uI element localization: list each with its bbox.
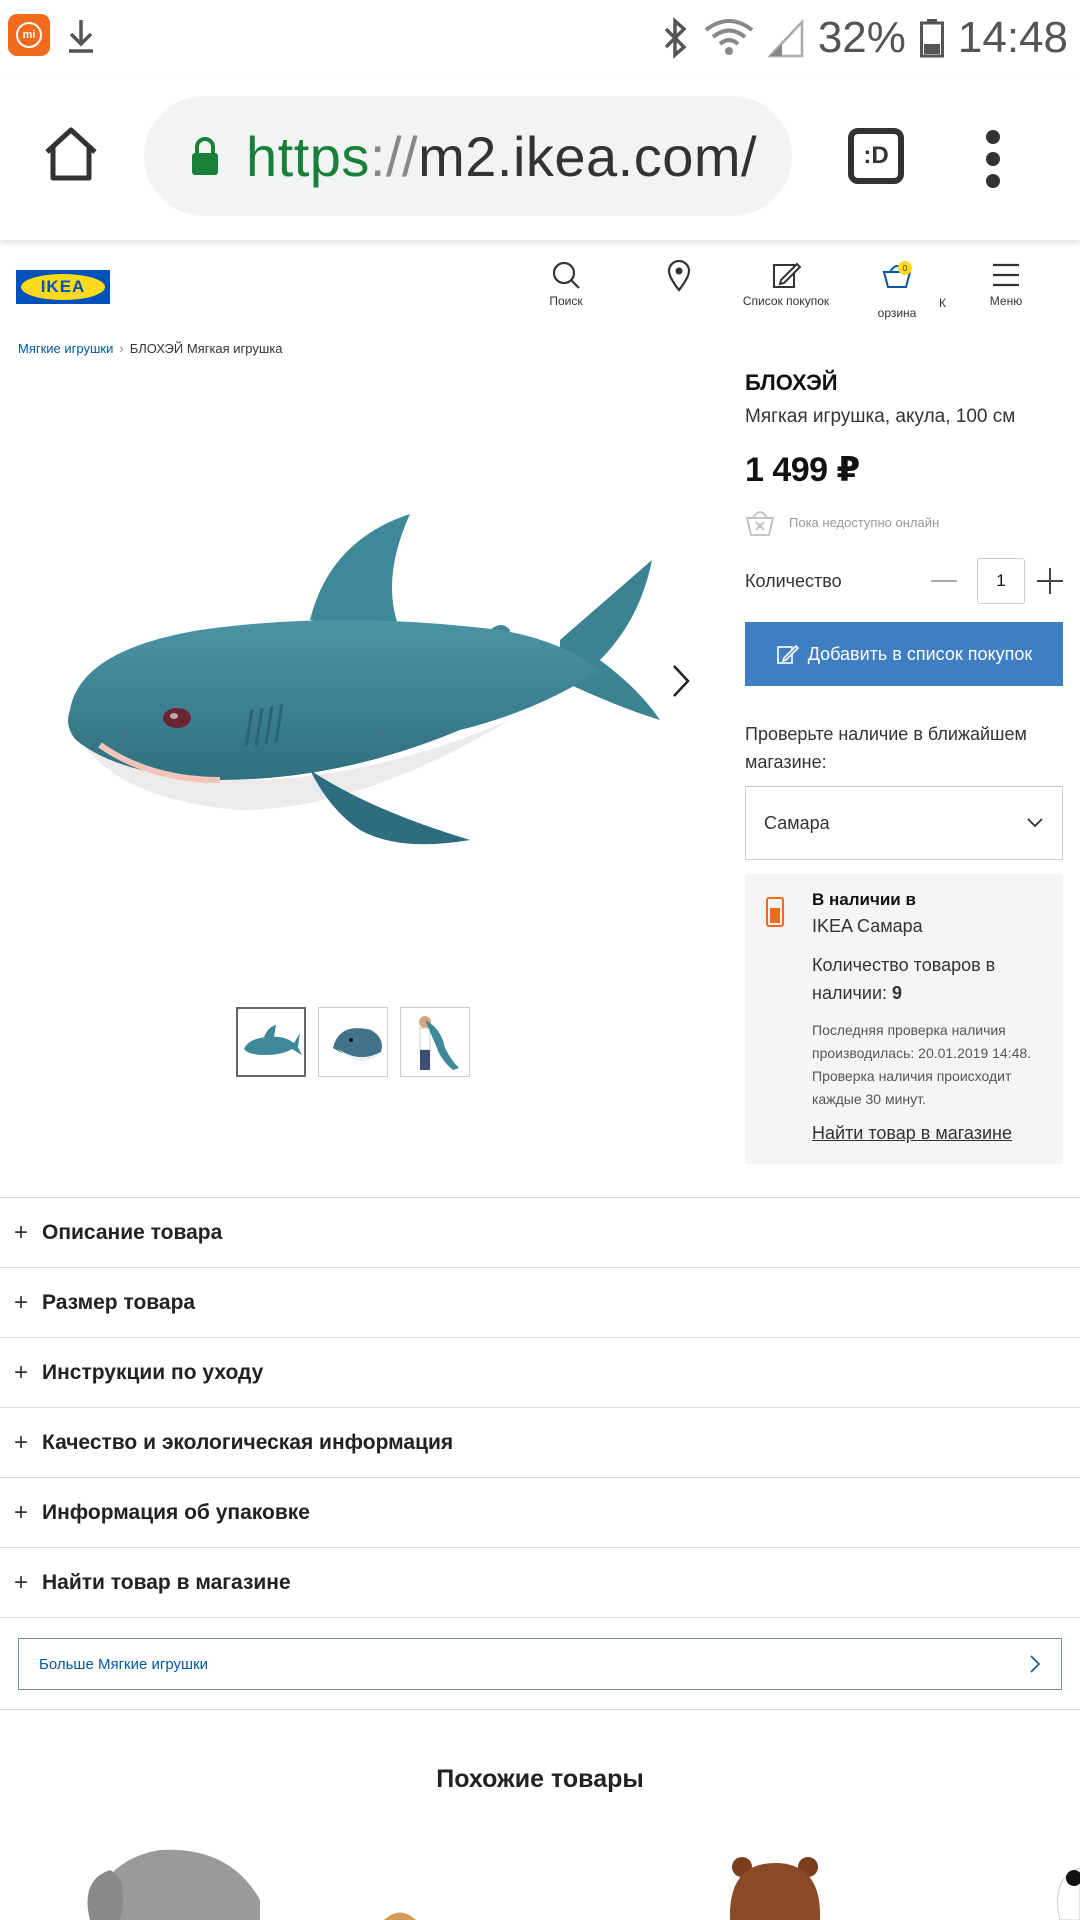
accordion-care[interactable]: + Инструкции по уходу bbox=[0, 1337, 1080, 1407]
accordion-description[interactable]: + Описание товара bbox=[0, 1197, 1080, 1267]
divider bbox=[0, 1709, 1080, 1710]
similar-product-elephant[interactable] bbox=[80, 1840, 270, 1920]
thumbnail-child-with-shark bbox=[419, 1016, 459, 1070]
chevron-right-icon bbox=[1030, 1655, 1041, 1673]
similar-products-title: Похожие товары bbox=[436, 1765, 644, 1793]
store-name: IKEA Самара bbox=[812, 916, 923, 936]
more-soft-toys-link[interactable]: Больше Мягкие игрушки bbox=[18, 1638, 1062, 1690]
plus-icon: + bbox=[14, 1568, 29, 1596]
nav-menu-label: Меню bbox=[989, 294, 1023, 308]
battery-icon bbox=[919, 19, 944, 58]
browser-toolbar: https://m2.ikea.com/ :D bbox=[0, 78, 1080, 240]
quantity-input[interactable]: 1 bbox=[977, 558, 1025, 604]
accordion-packaging[interactable]: + Информация об упаковке bbox=[0, 1477, 1080, 1547]
hamburger-menu-icon bbox=[993, 263, 1019, 287]
chevron-right-icon: › bbox=[119, 341, 124, 356]
plus-icon: + bbox=[14, 1218, 29, 1246]
breadcrumb-current: БЛОХЭЙ Мягкая игрушка bbox=[129, 341, 283, 356]
product-image-shark[interactable] bbox=[40, 480, 680, 880]
thumbnail-3[interactable] bbox=[400, 1007, 470, 1077]
address-bar[interactable]: https://m2.ikea.com/ bbox=[144, 96, 792, 216]
nav-search[interactable]: Поиск bbox=[536, 260, 596, 308]
find-in-store-link[interactable]: Найти товар в магазине bbox=[812, 1123, 1052, 1144]
location-pin-icon bbox=[667, 260, 691, 292]
overflow-menu-icon[interactable] bbox=[986, 130, 1000, 196]
last-check-note: Последняя проверка наличия производилась… bbox=[812, 1022, 1032, 1107]
add-to-shopping-list-button[interactable]: Добавить в список покупок bbox=[745, 622, 1063, 686]
nav-menu[interactable]: Меню bbox=[984, 260, 1028, 308]
nav-search-label: Поиск bbox=[549, 294, 583, 308]
accordion-size[interactable]: + Размер товара bbox=[0, 1267, 1080, 1337]
status-bar: mi 32% 14:48 bbox=[0, 0, 1080, 78]
in-stock-title: В наличии в bbox=[812, 890, 916, 909]
site-header: IKEA Поиск Список покупок 0 орзина К Мен… bbox=[0, 240, 1080, 340]
chevron-down-icon bbox=[1027, 818, 1043, 828]
search-icon bbox=[552, 261, 580, 289]
unavailable-cart-icon bbox=[745, 511, 775, 536]
quantity-increase-button[interactable] bbox=[1037, 568, 1063, 594]
clock: 14:48 bbox=[957, 13, 1068, 62]
online-availability: Пока недоступно онлайн bbox=[745, 508, 939, 536]
tab-switcher-button[interactable]: :D bbox=[848, 128, 904, 184]
nav-cart-label-k: К bbox=[939, 296, 946, 310]
lock-icon bbox=[192, 137, 218, 175]
nav-shopping-list-label: Список покупок bbox=[742, 294, 830, 308]
stock-level-icon bbox=[766, 897, 784, 927]
plus-icon: + bbox=[14, 1498, 29, 1526]
similar-product-lion[interactable] bbox=[380, 1905, 420, 1920]
download-icon bbox=[69, 20, 93, 53]
url-text: https://m2.ikea.com/ bbox=[246, 124, 758, 188]
more-soft-toys-label: Больше Мягкие игрушки bbox=[39, 1655, 209, 1673]
battery-percent: 32% bbox=[817, 13, 906, 62]
accordion-quality[interactable]: + Качество и экологическая информация bbox=[0, 1407, 1080, 1477]
nav-cart[interactable]: 0 орзина bbox=[872, 260, 922, 320]
quantity-label: Количество bbox=[745, 570, 842, 591]
product-details-accordion: + Описание товара + Размер товара + Инструк… bbox=[0, 1197, 1080, 1618]
home-icon[interactable] bbox=[42, 126, 100, 182]
shopping-list-icon bbox=[773, 262, 801, 288]
thumbnail-1[interactable] bbox=[236, 1007, 306, 1077]
plus-icon: + bbox=[14, 1358, 29, 1386]
nav-shopping-list[interactable]: Список покупок bbox=[735, 260, 837, 308]
similar-product-bear[interactable] bbox=[720, 1855, 830, 1920]
breadcrumb-parent-link[interactable]: Мягкие игрушки bbox=[18, 341, 113, 356]
thumbnail-2[interactable] bbox=[318, 1007, 388, 1077]
product-description: Мягкая игрушка, акула, 100 см bbox=[745, 406, 1016, 427]
store-select-value: Самара bbox=[764, 812, 830, 833]
product-info: БЛОХЭЙ Мягкая игрушка, акула, 100 см 1 4… bbox=[745, 370, 1063, 1164]
product-price: 1 499 ₽ bbox=[745, 451, 860, 489]
quantity-stepper: Количество 1 bbox=[745, 558, 1063, 604]
breadcrumb: Мягкие игрушки › БЛОХЭЙ Мягкая игрушка bbox=[18, 341, 283, 356]
wifi-icon bbox=[704, 19, 754, 55]
thumbnail-shark-front bbox=[333, 1028, 382, 1062]
shopping-list-icon bbox=[776, 644, 799, 664]
stock-count: Количество товаров в наличии: 9 bbox=[812, 955, 996, 1003]
similar-product-panda[interactable] bbox=[1050, 1858, 1080, 1920]
signal-icon bbox=[767, 18, 804, 58]
quantity-decrease-button[interactable] bbox=[931, 580, 957, 582]
ikea-logo[interactable]: IKEA bbox=[16, 270, 110, 304]
accordion-find-in-store[interactable]: + Найти товар в магазине bbox=[0, 1547, 1080, 1617]
plus-icon: + bbox=[14, 1428, 29, 1456]
cart-icon: 0 bbox=[882, 261, 912, 288]
bluetooth-icon bbox=[664, 17, 687, 59]
store-select[interactable]: Самара bbox=[745, 786, 1063, 860]
thumbnail-shark-side bbox=[244, 1025, 302, 1055]
nav-stores[interactable] bbox=[662, 260, 696, 296]
plus-icon: + bbox=[14, 1288, 29, 1316]
chevron-right-icon[interactable] bbox=[672, 664, 690, 698]
mi-app-icon: mi bbox=[8, 14, 50, 56]
stock-check-label: Проверьте наличие в ближайшем магазине: bbox=[745, 724, 1027, 772]
stock-info-box: В наличии в IKEA Самара Количество товар… bbox=[745, 874, 1063, 1164]
online-availability-text: Пока недоступно онлайн bbox=[789, 514, 940, 530]
product-name: БЛОХЭЙ bbox=[745, 370, 838, 395]
svg-text:0: 0 bbox=[903, 264, 908, 273]
nav-cart-label: орзина bbox=[877, 306, 917, 320]
